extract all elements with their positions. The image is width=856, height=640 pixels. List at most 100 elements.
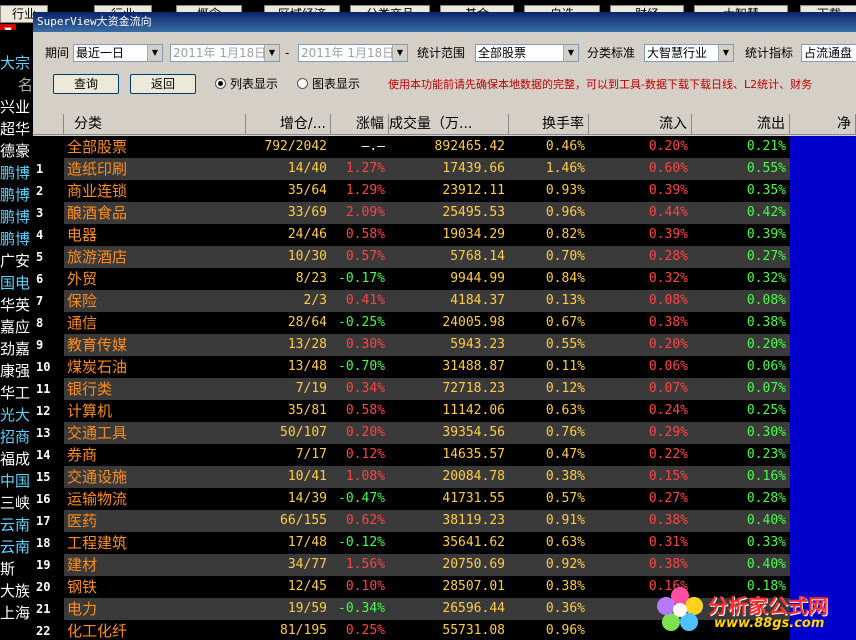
cell-net [790, 290, 856, 312]
cell-out: 0.32% [746, 271, 786, 286]
sidebar-item[interactable]: 华英 [0, 294, 33, 316]
cell-turn: 0.84% [545, 271, 585, 286]
category-select[interactable]: 大智慧行业 ▼ [644, 44, 734, 62]
data-notice: 使用本功能前请先确保本地数据的完整，可以到工具-数据下载下载日线、L2统计、财务 [388, 78, 813, 91]
table-row[interactable]: 2 商业连锁 35/64 1.29% 23912.11 0.93% 0.39% 0.35% [33, 180, 856, 202]
sidebar-item[interactable]: 三峡 [0, 492, 33, 514]
cell-pct: 2.09% [345, 205, 385, 220]
header-inflow[interactable]: 流入 [589, 114, 692, 135]
table-row[interactable]: 1 造纸印刷 14/40 1.27% 17439.66 1.46% 0.60% 0.55% [33, 158, 856, 180]
table-row[interactable]: 5 旅游酒店 10/30 0.57% 5768.14 0.70% 0.28% 0.27% [33, 246, 856, 268]
sidebar-item[interactable]: 斯 [0, 558, 33, 580]
cell-pct: 0.58% [345, 227, 385, 242]
query-button[interactable]: 查询 [53, 74, 119, 94]
cell-net [790, 356, 856, 378]
header-outflow[interactable]: 流出 [692, 114, 790, 135]
sidebar-item[interactable]: 福成 [0, 448, 33, 470]
cell-in: 0.32% [648, 271, 688, 286]
sidebar-item[interactable]: 鹏博 [0, 228, 33, 250]
cell-name: 建材 [67, 556, 98, 574]
table-row[interactable]: 14 券商 7/17 0.12% 14635.57 0.47% 0.22% 0.23% [33, 444, 856, 466]
table-row[interactable]: 13 交通工具 50/107 0.20% 39354.56 0.76% 0.29% 0.30% [33, 422, 856, 444]
cell-in: 0.22% [648, 447, 688, 462]
cell-net [790, 466, 856, 488]
cell-num: 17 [36, 514, 51, 528]
cell-net [790, 136, 856, 158]
table-row[interactable]: 6 外贸 8/23 -0.17% 9944.99 0.84% 0.32% 0.32% [33, 268, 856, 290]
sidebar-item[interactable]: 光大 [0, 404, 33, 426]
cell-vol: 38119.23 [442, 513, 505, 528]
date-from-picker[interactable]: 2011年 1月18日 ▼ [170, 44, 280, 62]
sidebar-item[interactable]: 德豪 [0, 140, 33, 162]
cell-num: 11 [36, 382, 51, 396]
sidebar-item[interactable]: 中国 [0, 470, 33, 492]
date-to-picker[interactable]: 2011年 1月18日 ▼ [298, 44, 408, 62]
cell-pct: 0.20% [345, 425, 385, 440]
table-row[interactable]: 11 银行类 7/19 0.34% 72718.23 0.12% 0.07% 0.07% [33, 378, 856, 400]
table-row[interactable]: 19 建材 34/77 1.56% 20750.69 0.92% 0.38% 0.40% [33, 554, 856, 576]
cell-name: 电力 [67, 600, 98, 618]
list-view-radio[interactable]: 列表显示 [215, 76, 278, 92]
cell-vol: 39354.56 [442, 425, 505, 440]
cell-vol: 55731.08 [442, 623, 505, 638]
sidebar-item[interactable]: 鹏博 [0, 206, 33, 228]
sidebar-item[interactable]: 国电 [0, 272, 33, 294]
sidebar-item[interactable]: 兴业 [0, 96, 33, 118]
cell-vol: 20084.78 [442, 469, 505, 484]
table-row[interactable]: 8 通信 28/64 -0.25% 24005.98 0.67% 0.38% 0.38% [33, 312, 856, 334]
chart-view-radio[interactable]: 图表显示 [297, 76, 360, 92]
sidebar-item[interactable]: 鹏博 [0, 184, 33, 206]
cell-turn: 0.38% [545, 469, 585, 484]
sidebar-item[interactable]: 上海 [0, 602, 33, 624]
sidebar-item[interactable]: 劲嘉 [0, 338, 33, 360]
table-row[interactable]: 18 工程建筑 17/48 -0.12% 35641.62 0.63% 0.31% 0.33% [33, 532, 856, 554]
header-change[interactable]: 涨幅 [331, 114, 389, 135]
sidebar-item[interactable]: 云南 [0, 514, 33, 536]
table-row[interactable]: 15 交通设施 10/41 1.08% 20084.78 0.38% 0.15% 0.16% [33, 466, 856, 488]
cell-inc: 13/28 [287, 337, 327, 352]
table-row[interactable]: 全部股票 792/2042 —.— 892465.42 0.46% 0.20% 0.21% [33, 136, 856, 158]
sidebar-item[interactable]: 名 [0, 74, 33, 96]
header-net[interactable]: 净 [790, 114, 856, 135]
cell-net [790, 180, 856, 202]
cell-name: 旅游酒店 [67, 248, 128, 266]
cell-num [33, 136, 64, 158]
cell-turn: 0.13% [545, 293, 585, 308]
sidebar-item[interactable]: 嘉应 [0, 316, 33, 338]
cell-turn: 1.46% [545, 161, 585, 176]
cell-name: 教育传媒 [67, 336, 128, 354]
period-select[interactable]: 最近一日 ▼ [73, 44, 163, 62]
sidebar-item[interactable]: 广安 [0, 250, 33, 272]
cell-name: 煤炭石油 [67, 358, 128, 376]
table-row[interactable]: 17 医药 66/155 0.62% 38119.23 0.91% 0.38% 0.40% [33, 510, 856, 532]
cell-vol: 4184.37 [450, 293, 505, 308]
sidebar-item[interactable]: 云南 [0, 536, 33, 558]
table-row[interactable]: 7 保险 2/3 0.41% 4184.37 0.13% 0.08% 0.08% [33, 290, 856, 312]
table-row[interactable]: 4 电器 24/46 0.58% 19034.29 0.82% 0.39% 0.39% [33, 224, 856, 246]
table-row[interactable]: 9 教育传媒 13/28 0.30% 5943.23 0.55% 0.20% 0.20% [33, 334, 856, 356]
sidebar-item[interactable]: 鹏博 [0, 162, 33, 184]
table-row[interactable]: 3 酿酒食品 33/69 2.09% 25495.53 0.96% 0.44% 0.42% [33, 202, 856, 224]
back-button[interactable]: 返回 [130, 74, 196, 94]
header-category[interactable]: 分类 [64, 114, 246, 135]
sidebar-item[interactable]: 华工 [0, 382, 33, 404]
sidebar-item[interactable]: 大宗 [0, 52, 33, 74]
sidebar-item[interactable]: 超华 [0, 118, 33, 140]
cell-pct: -0.25% [338, 315, 385, 330]
sidebar-item[interactable]: 大族 [0, 580, 33, 602]
table-row[interactable]: 10 煤炭石油 13/48 -0.70% 31488.87 0.11% 0.06% 0.06% [33, 356, 856, 378]
header-volume[interactable]: 成交量（万... [389, 114, 509, 135]
cell-vol: 17439.66 [442, 161, 505, 176]
sidebar-item[interactable]: 康强 [0, 360, 33, 382]
sidebar-item[interactable]: 招商 [0, 426, 33, 448]
chevron-down-icon: ▼ [718, 45, 733, 61]
cell-vol: 20750.69 [442, 557, 505, 572]
indicator-select[interactable]: 占流通盘 [801, 44, 856, 62]
table-row[interactable]: 16 运输物流 14/39 -0.47% 41731.55 0.57% 0.27% 0.28% [33, 488, 856, 510]
header-turnover[interactable]: 换手率 [509, 114, 589, 135]
range-select[interactable]: 全部股票 ▼ [475, 44, 579, 62]
header-increase[interactable]: 增仓/... [246, 114, 331, 135]
cell-in: 0.20% [648, 139, 688, 154]
cell-turn: 0.96% [545, 623, 585, 638]
table-row[interactable]: 12 计算机 35/81 0.58% 11142.06 0.63% 0.24% 0.25% [33, 400, 856, 422]
